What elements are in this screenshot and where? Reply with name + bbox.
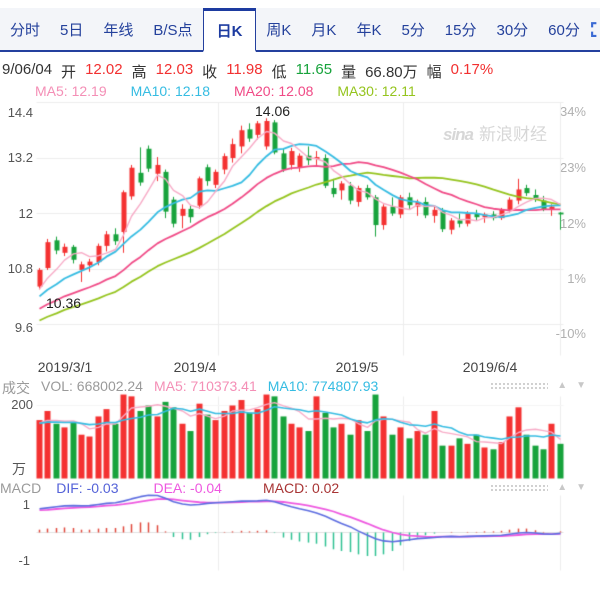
volume-pane-header: 成交 VOL: 668002.24 MA5: 710373.41 MA10: 7… (2, 378, 378, 398)
macd-pane-controls: ▲ ▼ (490, 483, 586, 493)
macd-pane-label: MACD (0, 480, 41, 496)
vol-value: VOL: 668002.24 (41, 378, 143, 398)
scale-up-arrow[interactable]: ▲ (557, 483, 567, 493)
high-price-annotation: 14.06 (255, 103, 290, 119)
drag-handle-dots[interactable] (490, 382, 548, 391)
dea-value: DEA: -0.04 (153, 480, 221, 496)
vol-ma5: MA5: 710373.41 (154, 378, 257, 398)
drag-handle-dots[interactable] (490, 484, 548, 493)
price-tick: 14.4 (0, 105, 33, 120)
price-tick: 13.2 (0, 150, 33, 165)
price-tick: 10.8 (0, 261, 33, 276)
scale-down-arrow[interactable]: ▼ (576, 483, 586, 493)
price-tick: 12 (0, 206, 33, 221)
price-tick: 9.6 (0, 320, 33, 335)
scale-up-arrow[interactable]: ▲ (557, 381, 567, 391)
dif-value: DIF: -0.03 (56, 480, 118, 496)
low-price-annotation: 10.36 (46, 295, 81, 311)
volume-pane-controls: ▲ ▼ (490, 381, 586, 391)
volume-pane-label: 成交 (2, 378, 30, 398)
macd-value: MACD: 0.02 (263, 480, 339, 496)
scale-down-arrow[interactable]: ▼ (576, 381, 586, 391)
macd-pane-header: MACD DIF: -0.03 DEA: -0.04 MACD: 0.02 (0, 480, 339, 496)
vol-ma10: MA10: 774807.93 (268, 378, 379, 398)
kline-chart-canvas[interactable] (0, 0, 600, 600)
